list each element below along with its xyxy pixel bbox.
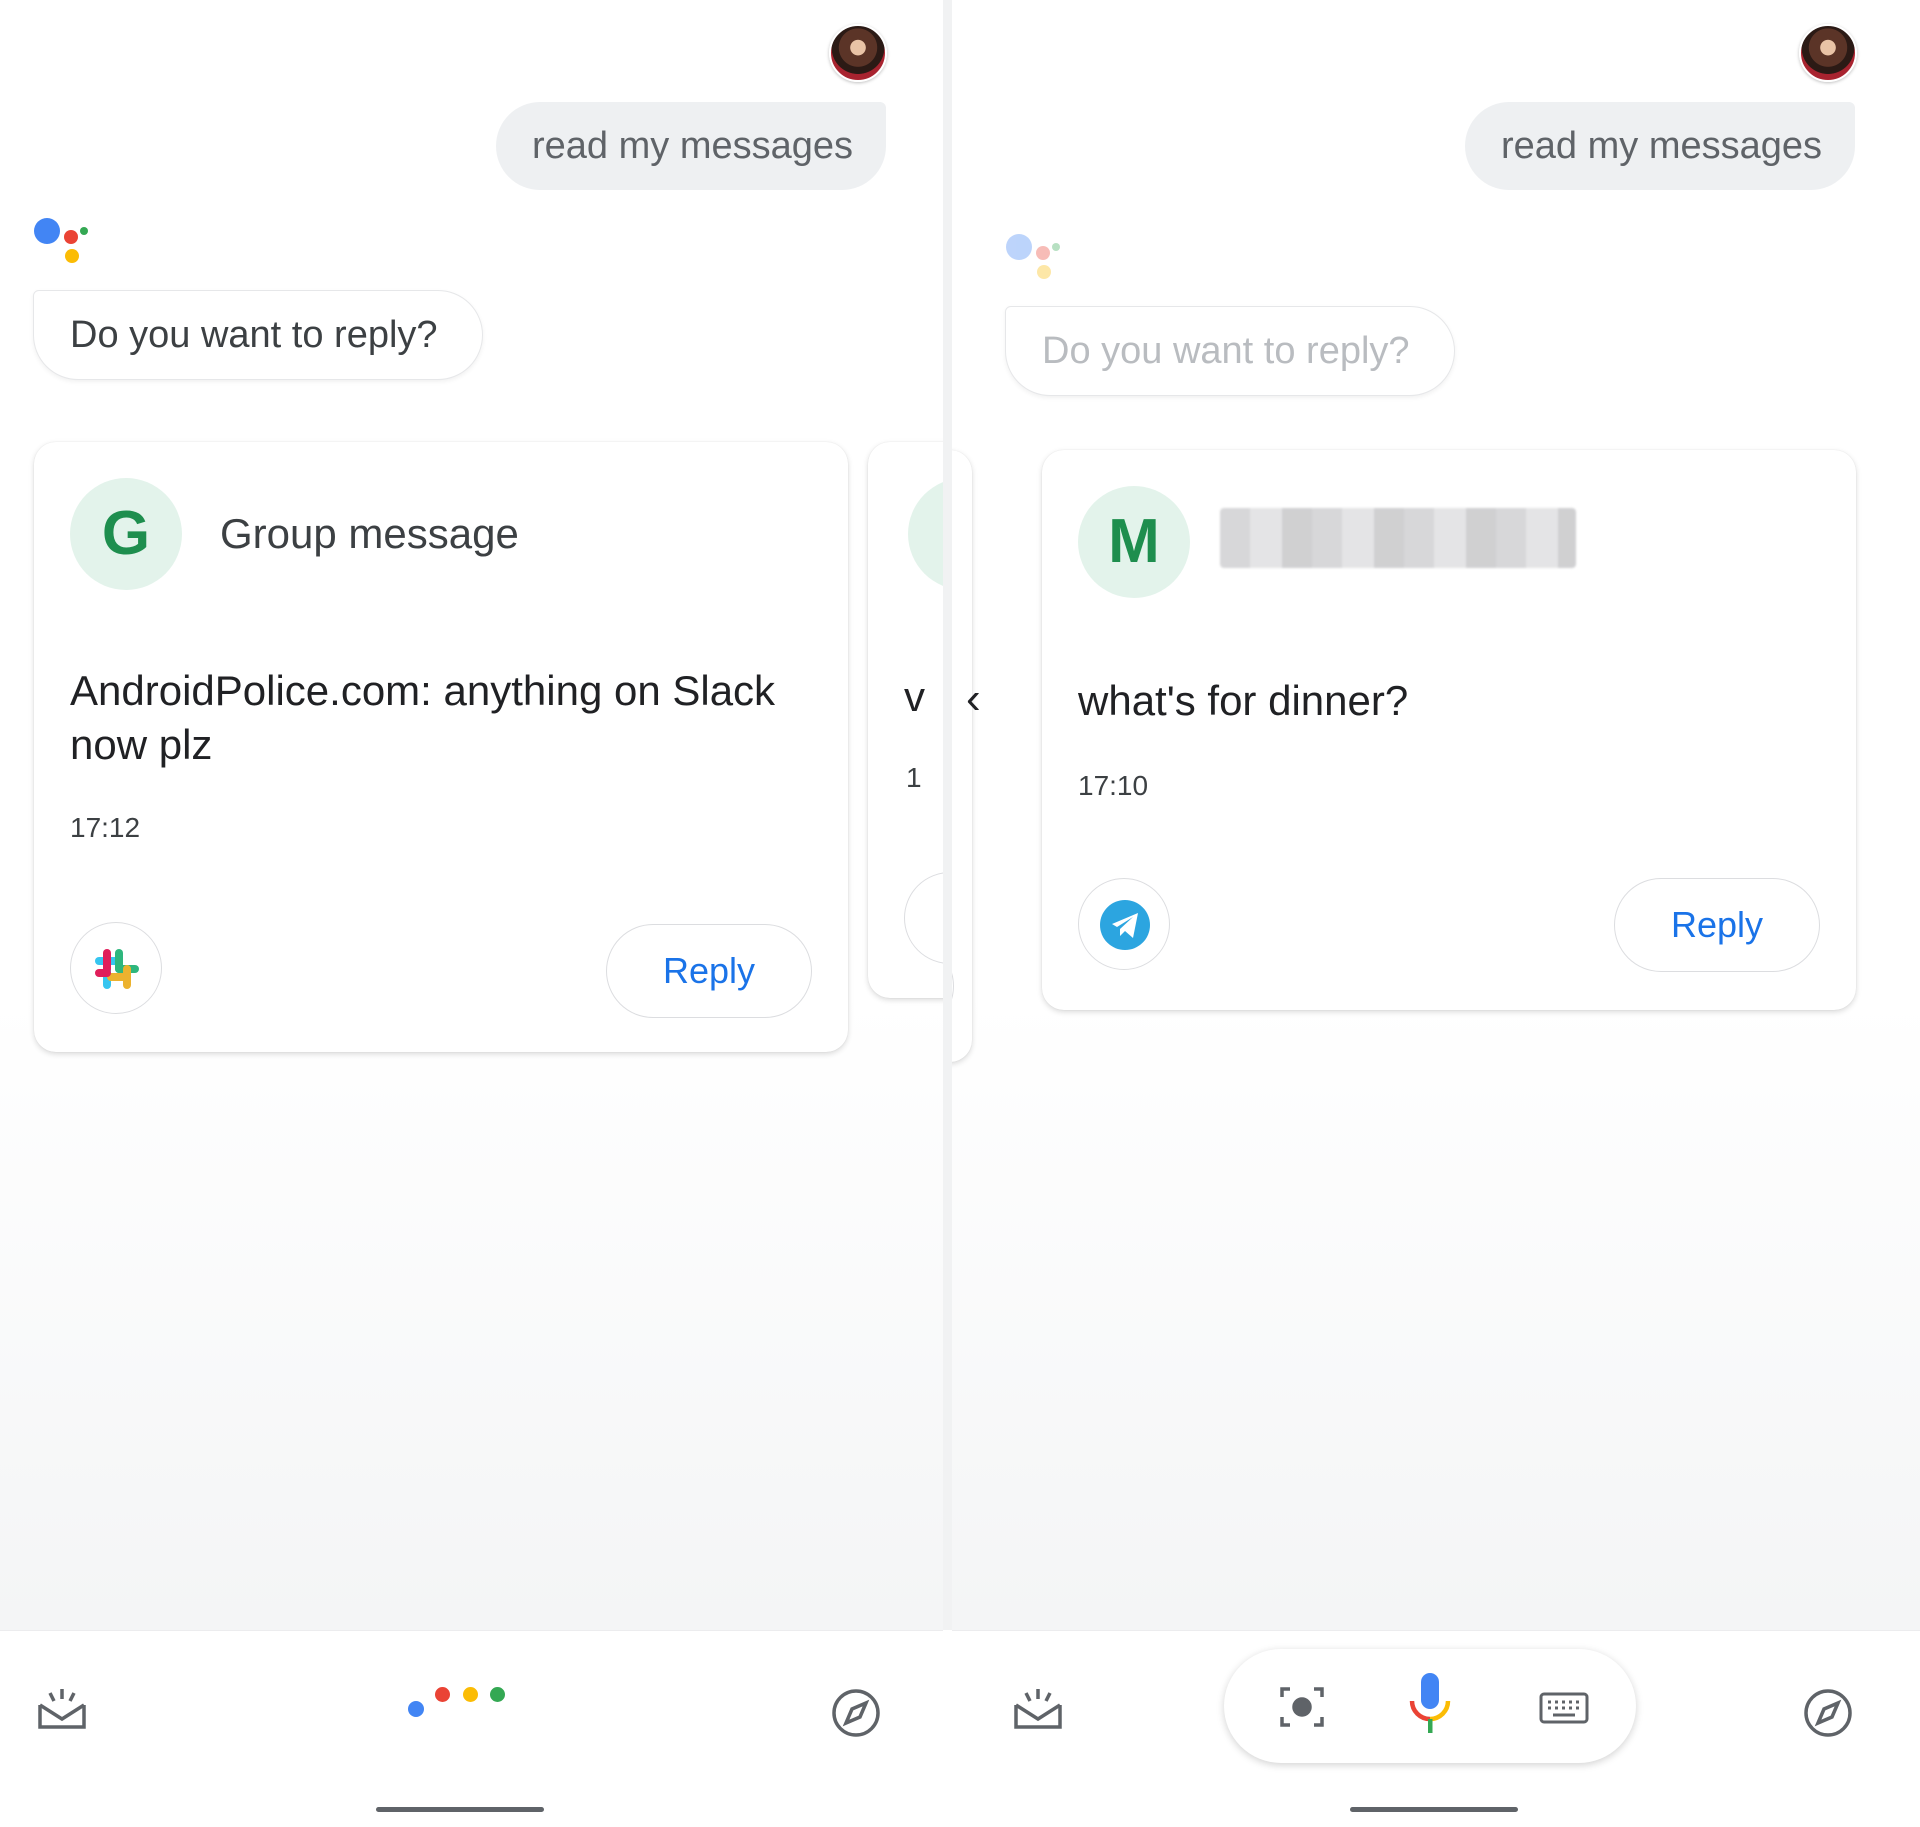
screenshot-composite: read my messages Do you want to reply? G… bbox=[0, 0, 1920, 1827]
keyboard-icon[interactable] bbox=[1534, 1677, 1594, 1737]
slack-icon bbox=[95, 949, 139, 989]
sender-name: Group message bbox=[220, 510, 519, 557]
assistant-logo-icon bbox=[34, 216, 94, 276]
message-time: 17:10 bbox=[1078, 770, 1149, 801]
app-link-button[interactable] bbox=[1078, 878, 1170, 970]
lens-icon[interactable] bbox=[1272, 1677, 1332, 1737]
assistant-screen-left: read my messages Do you want to reply? G… bbox=[0, 0, 943, 1827]
panel-divider bbox=[943, 0, 952, 1630]
snapshot-icon[interactable] bbox=[32, 1683, 92, 1743]
previous-card-chevron-icon[interactable]: ‹ bbox=[966, 674, 981, 724]
snapshot-icon[interactable] bbox=[1008, 1683, 1068, 1743]
sender-name-redacted bbox=[1220, 508, 1576, 568]
message-card[interactable]: G Group message AndroidPolice.com: anyth… bbox=[34, 442, 848, 1052]
user-query-bubble: read my messages bbox=[496, 102, 886, 190]
user-avatar[interactable] bbox=[829, 24, 887, 82]
microphone-icon[interactable] bbox=[1400, 1671, 1460, 1741]
next-sender-avatar bbox=[908, 478, 943, 590]
assistant-reply-bubble: Do you want to reply? bbox=[1005, 306, 1455, 396]
bottom-toolbar bbox=[0, 1630, 943, 1827]
prev-app-link-button[interactable] bbox=[952, 940, 954, 1032]
sender-avatar: M bbox=[1078, 486, 1190, 598]
explore-compass-icon[interactable] bbox=[1798, 1683, 1858, 1743]
bottom-toolbar bbox=[952, 1630, 1920, 1827]
explore-compass-icon[interactable] bbox=[826, 1683, 886, 1743]
assistant-reply-bubble: Do you want to reply? bbox=[33, 290, 483, 380]
next-message-text: v bbox=[904, 673, 925, 720]
app-link-button[interactable] bbox=[70, 922, 162, 1014]
next-message-time: 1 bbox=[906, 762, 922, 793]
reply-button[interactable]: Reply bbox=[606, 924, 812, 1018]
user-avatar[interactable] bbox=[1799, 24, 1857, 82]
previous-message-card[interactable] bbox=[952, 450, 972, 1062]
message-text: what's for dinner? bbox=[1078, 677, 1409, 724]
input-controls bbox=[1224, 1649, 1636, 1763]
telegram-icon bbox=[1100, 900, 1150, 950]
message-card[interactable]: M what's for dinner? 17:10 Reply bbox=[1042, 450, 1856, 1010]
gesture-home-bar[interactable] bbox=[1350, 1807, 1518, 1812]
sender-avatar: G bbox=[70, 478, 182, 590]
next-message-card[interactable]: v 1 bbox=[868, 442, 943, 998]
reply-button[interactable]: Reply bbox=[1614, 878, 1820, 972]
assistant-listening-dots-icon bbox=[408, 1671, 518, 1731]
gesture-home-bar[interactable] bbox=[376, 1807, 544, 1812]
message-time: 17:12 bbox=[70, 812, 141, 843]
assistant-screen-right: read my messages Do you want to reply? ‹… bbox=[952, 0, 1920, 1827]
next-app-link-button[interactable] bbox=[904, 872, 943, 964]
user-query-bubble: read my messages bbox=[1465, 102, 1855, 190]
assistant-logo-icon bbox=[1006, 232, 1066, 292]
message-text: AndroidPolice.com: anything on Slack now… bbox=[70, 667, 776, 768]
